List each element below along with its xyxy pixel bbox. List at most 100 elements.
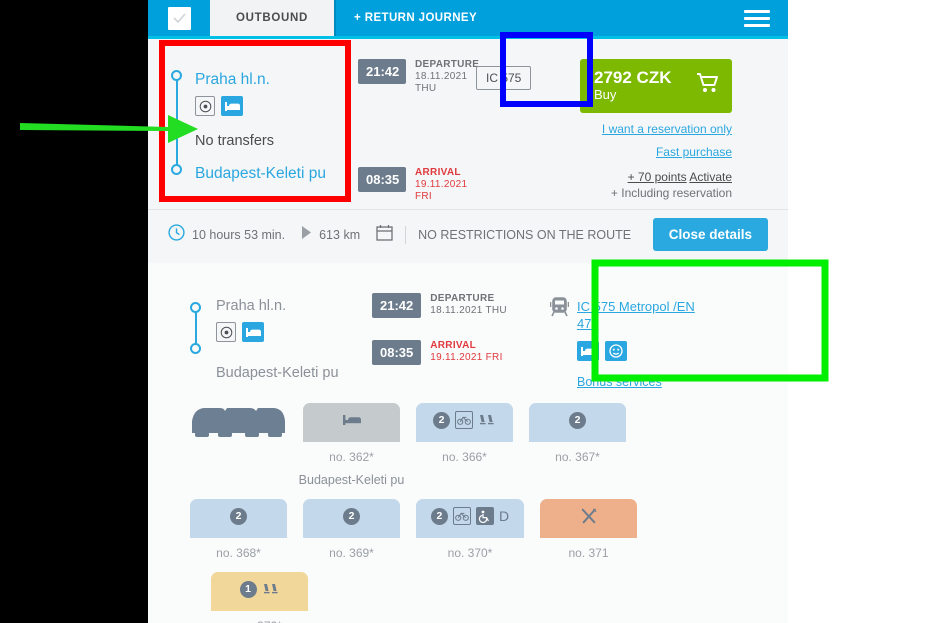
summary-arrival-station[interactable]: Budapest-Keleti pu [195, 164, 358, 184]
detail-dot-departure [190, 302, 201, 313]
summary-departure-time: 21:42 [358, 59, 406, 84]
points-value: + 70 points [627, 170, 687, 184]
coach-367[interactable]: 2 [529, 403, 626, 442]
route-line [176, 75, 178, 171]
coach-cell-362: no. 362* Budapest-Keleti pu [295, 403, 408, 487]
summary-route-column: Praha hl.n. No transfers Budapest-Keleti… [148, 51, 358, 203]
distance-item: 613 km [301, 225, 360, 245]
detail-arrival-date: 19.11.2021 FRI [430, 352, 503, 363]
bed-icon[interactable] [242, 322, 264, 342]
coach-369[interactable]: 2 [303, 499, 400, 538]
journey-summary-card: Praha hl.n. No transfers Budapest-Keleti… [148, 36, 788, 263]
summary-times-column: 21:42 DEPARTURE 18.11.2021 THU 08:35 ARR… [358, 51, 479, 203]
detail-route-column: Praha hl.n. Budapest-Keleti pu [182, 285, 372, 389]
duration-item: 10 hours 53 min. [168, 223, 286, 246]
letter-d-amenity: D [498, 508, 510, 524]
coach-370[interactable]: 2 D [416, 499, 524, 538]
buy-button[interactable]: 2792 CZK Buy [580, 59, 732, 113]
summary-departure-date: 18.11.2021 THU [415, 71, 468, 94]
coach-cell-366: 2 no. 366* [408, 403, 521, 464]
detail-station-icons [216, 322, 372, 342]
coach-366[interactable]: 2 [416, 403, 513, 442]
cutlery-icon [580, 507, 598, 525]
coach-number-372: no. 372* [203, 619, 316, 623]
coach-composition: no. 362* Budapest-Keleti pu 2 no. 366* 2… [148, 389, 788, 623]
reclining-seat-icon [478, 411, 496, 429]
detail-dot-arrival [190, 343, 201, 354]
detail-arrival-time: 08:35 [372, 340, 422, 365]
bicycle-icon [452, 507, 471, 525]
bicycle-icon [455, 411, 473, 429]
detail-departure-date: 18.11.2021 THU [430, 305, 507, 316]
locomotive[interactable] [190, 403, 287, 437]
coach-368[interactable]: 2 [190, 499, 287, 538]
coach-cell-367: 2 no. 367* [521, 403, 634, 464]
coach-number-370: no. 370* [447, 546, 493, 560]
class-badge: 2 [343, 507, 360, 525]
coach-cell-372: 1 no. 372* [203, 572, 316, 623]
coach-number-371: no. 371 [568, 546, 609, 560]
summary-arrival-date: 19.11.2021 FRI [415, 179, 468, 202]
info-circle-icon[interactable] [216, 322, 236, 342]
clock-icon [168, 223, 185, 246]
route-dot-arrival [171, 164, 182, 175]
route-dot-departure [171, 70, 182, 81]
shopping-cart-icon [696, 72, 720, 99]
coach-row-3: 1 no. 372* [182, 572, 788, 623]
reclining-seat-icon [262, 580, 280, 598]
bed-icon[interactable] [221, 96, 243, 116]
journey-checkbox-cell[interactable] [148, 0, 210, 36]
summary-train-badge[interactable]: IC 575 [476, 66, 532, 90]
train-icon [549, 297, 570, 389]
detail-departure-label: DEPARTURE [430, 293, 495, 304]
tab-return-journey[interactable]: + RETURN JOURNEY [336, 0, 496, 36]
coach-row-1: no. 362* Budapest-Keleti pu 2 no. 366* 2… [182, 403, 788, 487]
close-details-button[interactable]: Close details [652, 218, 768, 251]
summary-info-bar: 10 hours 53 min. 613 km NO RESTRICTIONS … [148, 209, 788, 263]
coach-number-362: no. 362* [329, 450, 374, 464]
summary-departure-station[interactable]: Praha hl.n. [195, 70, 358, 90]
hamburger-menu-icon[interactable] [744, 0, 770, 36]
detail-train-info: IC 575 Metropol /EN 477 Bonus services [549, 285, 750, 389]
tab-bar: OUTBOUND + RETURN JOURNEY [148, 0, 788, 36]
coach-number-369: no. 369* [329, 546, 374, 560]
points-row: + 70 points Activate [580, 170, 732, 184]
coach-371[interactable] [540, 499, 637, 538]
class-badge: 2 [230, 507, 247, 525]
check-icon [172, 13, 186, 23]
arrow-right-icon [301, 225, 312, 245]
letterbox-left [0, 0, 148, 623]
detail-arrival-station: Budapest-Keleti pu [216, 365, 339, 381]
detail-departure-time: 21:42 [372, 293, 422, 318]
including-reservation-note: + Including reservation [610, 186, 732, 200]
summary-arrival-label: ARRIVAL [415, 167, 461, 178]
class-badge: 2 [433, 411, 450, 429]
coach-cell-locomotive [182, 403, 295, 437]
summary-arrival-time: 08:35 [358, 167, 406, 192]
price-amount: 2792 CZK [594, 68, 672, 87]
summary-arrival-row: 08:35 ARRIVAL 19.11.2021 FRI [358, 167, 476, 203]
detail-times-column: 21:42 DEPARTURE 18.11.2021 THU 08:35 ARR… [372, 285, 550, 389]
train-name-link[interactable]: IC 575 Metropol /EN 477 [577, 298, 715, 332]
fast-purchase-link[interactable]: Fast purchase [580, 145, 732, 159]
info-circle-icon[interactable] [195, 96, 215, 116]
duration-text: 10 hours 53 min. [192, 227, 286, 242]
summary-transfers: No transfers [195, 133, 274, 149]
detail-arrival-label: ARRIVAL [430, 340, 477, 351]
tab-outbound[interactable]: OUTBOUND [210, 0, 337, 36]
reservation-only-link[interactable]: I want a reservation only [580, 122, 732, 136]
coach-372[interactable]: 1 [211, 572, 308, 611]
bonus-services-link[interactable]: Bonus services [577, 375, 715, 389]
activate-link[interactable]: Activate [689, 170, 732, 184]
distance-text: 613 km [319, 227, 361, 242]
coach-362[interactable] [303, 403, 400, 442]
screenshot-root: OUTBOUND + RETURN JOURNEY Praha hl.n. No… [0, 0, 940, 623]
smiley-icon[interactable] [605, 341, 627, 361]
coach-destination-note: Budapest-Keleti pu [298, 473, 405, 487]
class-badge: 2 [430, 507, 448, 525]
app-column: OUTBOUND + RETURN JOURNEY Praha hl.n. No… [148, 0, 788, 623]
journey-checkbox[interactable] [167, 6, 191, 30]
bed-icon[interactable] [577, 341, 599, 361]
detail-arrival-row: 08:35 ARRIVAL 19.11.2021 FRI [372, 340, 550, 365]
coach-number-366: no. 366* [442, 450, 487, 464]
